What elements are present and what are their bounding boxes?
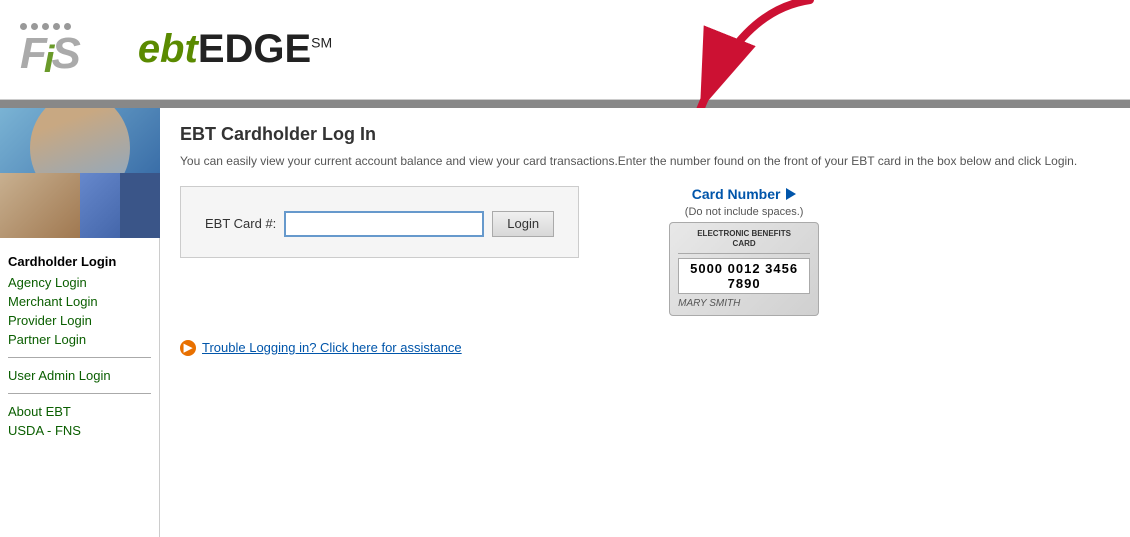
sidebar: Cardholder Login Agency Login Merchant L… <box>0 108 160 537</box>
login-button[interactable]: Login <box>492 211 554 237</box>
sidebar-item-partner-login[interactable]: Partner Login <box>8 330 151 349</box>
edge-text: EDGE <box>198 27 311 71</box>
card-subtitle: (Do not include spaces.) <box>685 206 804 218</box>
login-area: EBT Card #: Login Card Number (Do not in… <box>180 186 1110 316</box>
trouble-link[interactable]: Trouble Logging in? Click here for assis… <box>202 340 462 355</box>
card-label-row: Card Number <box>692 186 797 202</box>
nav-divider-1 <box>8 357 151 358</box>
img-block-5 <box>120 173 160 238</box>
top-bar <box>0 100 1130 108</box>
sidebar-item-usda-fns[interactable]: USDA - FNS <box>8 421 151 440</box>
sidebar-nav: Cardholder Login Agency Login Merchant L… <box>0 238 159 440</box>
card-number-display: 5000 0012 3456 7890 <box>678 258 810 294</box>
card-illustration: Card Number (Do not include spaces.) ELE… <box>669 186 819 316</box>
card-holder-name: MARY SMITH <box>678 298 810 309</box>
cardholder-login-heading: Cardholder Login <box>8 254 151 269</box>
header: FiS ebtEDGESM <box>0 0 1130 100</box>
ebt-card-label: EBT Card #: <box>205 216 276 231</box>
sidebar-item-about-ebt[interactable]: About EBT <box>8 402 151 421</box>
trouble-icon: ▶ <box>180 340 196 356</box>
card-arrow-icon <box>786 188 796 200</box>
sidebar-item-merchant-login[interactable]: Merchant Login <box>8 292 151 311</box>
main-content: EBT Cardholder Log In You can easily vie… <box>160 108 1130 537</box>
sm-text: SM <box>311 35 332 51</box>
ebt-text: ebt <box>138 27 198 71</box>
ebt-edge-title: ebtEDGESM <box>138 27 332 72</box>
img-block-2 <box>0 173 80 238</box>
ebt-card-visual: ELECTRONIC BENEFITS CARD 5000 0012 3456 … <box>669 222 819 316</box>
nav-divider-2 <box>8 393 151 394</box>
sidebar-item-user-admin-login[interactable]: User Admin Login <box>8 366 151 385</box>
sidebar-item-provider-login[interactable]: Provider Login <box>8 311 151 330</box>
ebt-card-input[interactable] <box>284 211 484 237</box>
form-container: EBT Card #: Login <box>180 186 579 258</box>
card-header: ELECTRONIC BENEFITS CARD <box>678 229 810 254</box>
description: You can easily view your current account… <box>180 153 1110 170</box>
img-block-4 <box>80 173 120 238</box>
form-row: EBT Card #: Login <box>205 211 554 237</box>
fis-wordmark: FiS <box>20 32 78 76</box>
layout: Cardholder Login Agency Login Merchant L… <box>0 108 1130 537</box>
sidebar-image <box>0 108 160 238</box>
fis-logo: FiS <box>20 23 78 76</box>
page-title: EBT Cardholder Log In <box>180 124 1110 145</box>
trouble-row: ▶ Trouble Logging in? Click here for ass… <box>180 340 1110 356</box>
card-number-label: Card Number <box>692 186 781 202</box>
sidebar-item-agency-login[interactable]: Agency Login <box>8 273 151 292</box>
